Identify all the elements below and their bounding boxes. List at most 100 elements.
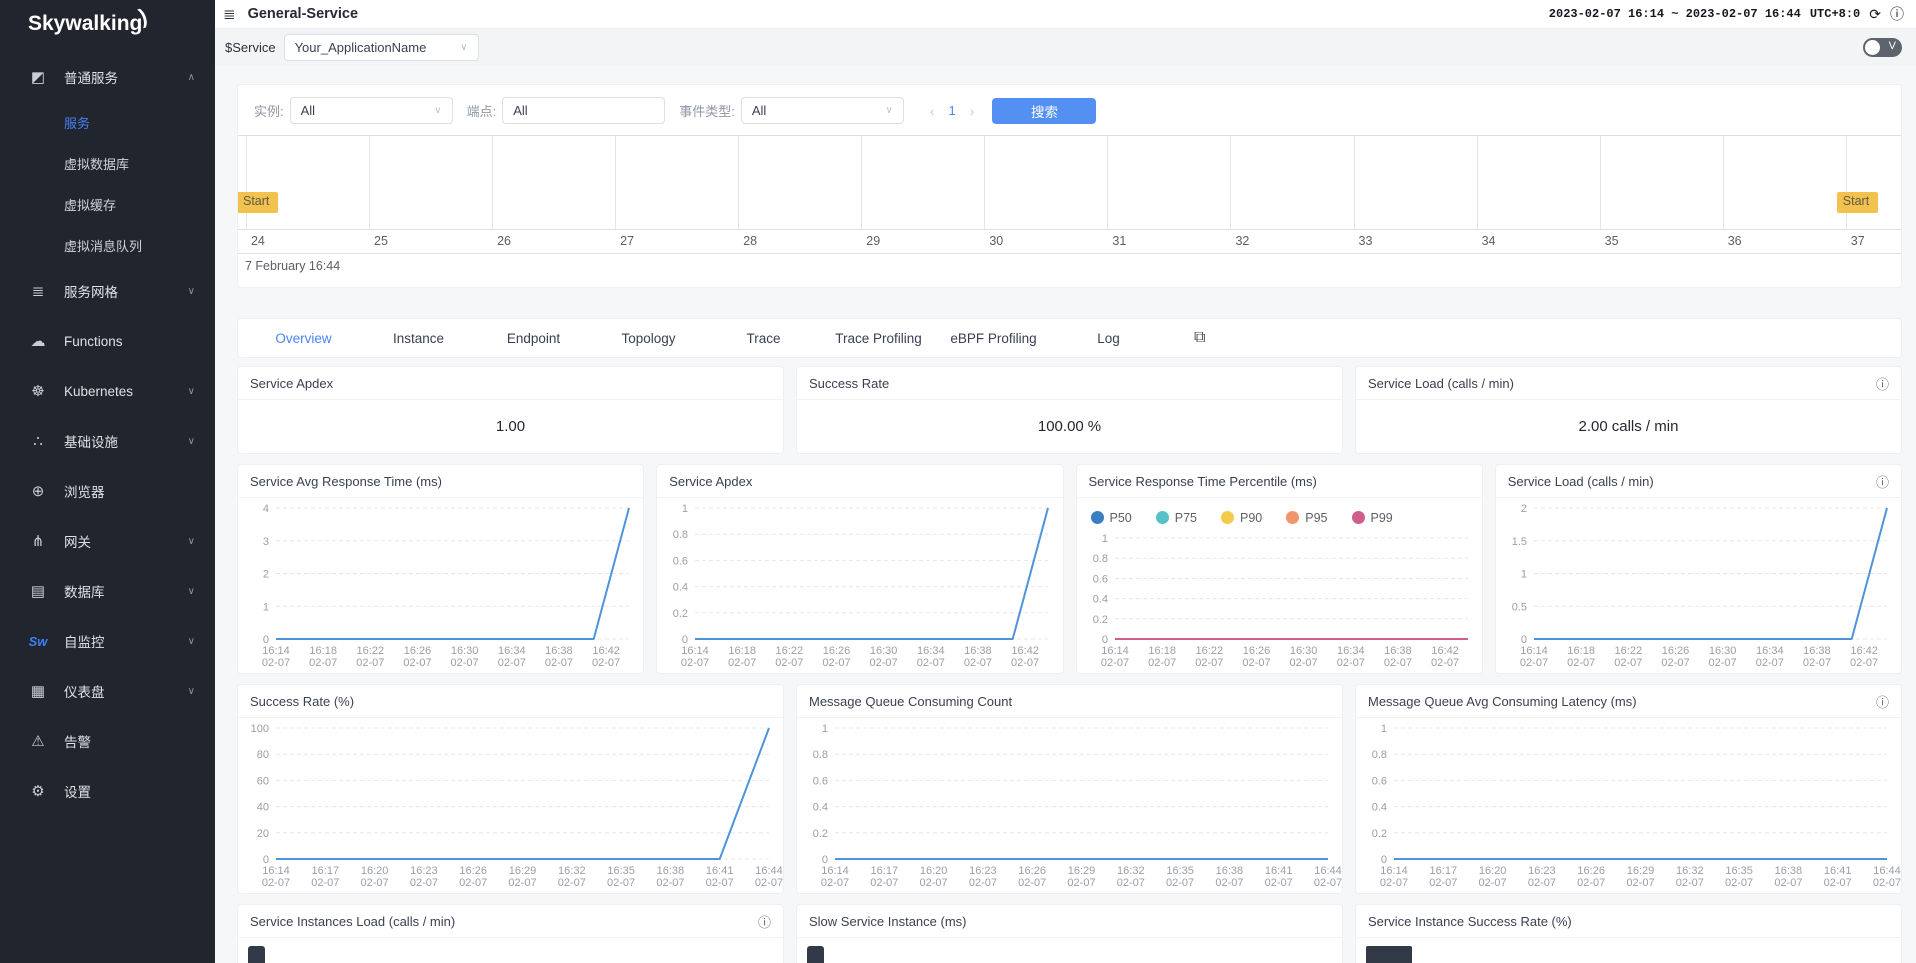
sidebar-item-virtual-mq[interactable]: 虚拟消息队列 (0, 225, 215, 266)
tab-log[interactable]: Log (1051, 331, 1166, 346)
chart-plot-success-rate[interactable]: 02040608010016:1402-0716:1702-0716:2002-… (238, 718, 783, 892)
tab-trace-profiling[interactable]: Trace Profiling (821, 331, 936, 346)
prev-page-arrow[interactable]: ‹ (930, 103, 935, 119)
tab-topology[interactable]: Topology (591, 331, 706, 346)
legend-item-p90[interactable]: P90 (1221, 511, 1262, 525)
sidebar-item-virtual-cache[interactable]: 虚拟缓存 (0, 184, 215, 225)
svg-text:02-07: 02-07 (262, 657, 290, 669)
info-icon[interactable]: ⓘ (1876, 692, 1889, 711)
legend-item-p75[interactable]: P75 (1156, 511, 1197, 525)
sidebar-item-gateway[interactable]: ⋔网关∨ (0, 516, 215, 566)
svg-text:16:14: 16:14 (1380, 865, 1408, 877)
sidebar-item-kubernetes[interactable]: ☸Kubernetes∨ (0, 366, 215, 416)
tab-ebpf-profiling[interactable]: eBPF Profiling (936, 331, 1051, 346)
instance-filter-select[interactable]: All ∨ (290, 97, 453, 124)
svg-text:02-07: 02-07 (1314, 877, 1342, 889)
card-title-row: Service Avg Response Time (ms) (238, 465, 643, 498)
svg-text:02-07: 02-07 (1755, 657, 1783, 669)
sidebar-item-general-service-group[interactable]: ◩普通服务∧ (0, 52, 215, 102)
event-panel: 实例: All ∨ 端点: 事件类型: All ∨ ‹ 1 › 搜索 (238, 85, 1901, 287)
sidebar-item-virtual-database[interactable]: 虚拟数据库 (0, 143, 215, 184)
search-button[interactable]: 搜索 (992, 98, 1096, 124)
topbar-right: 2023-02-07 16:14 ~ 2023-02-07 16:44 UTC+… (1549, 4, 1904, 24)
svg-text:02-07: 02-07 (1429, 877, 1457, 889)
service-select[interactable]: Your_ApplicationName ∨ (284, 34, 479, 61)
sidebar-item-label: Functions (64, 334, 123, 349)
svg-text:16:34: 16:34 (1337, 645, 1365, 657)
auto-refresh-toggle[interactable]: V (1863, 38, 1902, 57)
legend-item-p99[interactable]: P99 (1352, 511, 1393, 525)
tab-overview[interactable]: Overview (246, 331, 361, 346)
refresh-icon[interactable]: ⟳ (1869, 6, 1881, 23)
sidebar-item-browser[interactable]: ⊕浏览器 (0, 466, 215, 516)
tab-endpoint[interactable]: Endpoint (476, 331, 591, 346)
endpoint-filter-input[interactable] (502, 97, 665, 124)
helm-icon: ☸ (26, 382, 50, 400)
chart-body-service-load: 00.511.5216:1402-0716:1802-0716:2202-071… (1496, 498, 1901, 672)
current-page[interactable]: 1 (949, 103, 956, 118)
sidebar-item-dashboards[interactable]: ▦仪表盘∨ (0, 666, 215, 716)
info-icon[interactable]: ⓘ (1876, 374, 1889, 393)
tab-trace[interactable]: Trace (706, 331, 821, 346)
svg-text:0.6: 0.6 (813, 775, 828, 787)
chevron-down-icon: ∨ (188, 386, 195, 397)
card-title-row: Service Instances Load (calls / min)ⓘ (238, 905, 783, 938)
timeline-tick-label: 34 (1482, 234, 1496, 248)
timeline-gridline (1600, 136, 1601, 229)
sidebar-item-functions[interactable]: ☁Functions (0, 316, 215, 366)
card-title-row: Message Queue Avg Consuming Latency (ms)… (1356, 685, 1901, 718)
summary-number: 100.00 (1038, 418, 1084, 435)
event-type-filter-select[interactable]: All ∨ (741, 97, 904, 124)
svg-text:02-07: 02-07 (410, 877, 438, 889)
chart-plot-message-queue-avg-consuming-latency[interactable]: 00.20.40.60.8116:1402-0716:1702-0716:200… (1356, 718, 1901, 892)
svg-text:02-07: 02-07 (1011, 657, 1039, 669)
timeline-event-start[interactable]: Start (1837, 192, 1878, 213)
sidebar-item-infrastructure[interactable]: ∴基础设施∨ (0, 416, 215, 466)
sidebar-item-settings[interactable]: ⚙设置 (0, 766, 215, 816)
svg-text:16:44: 16:44 (1314, 865, 1342, 877)
sidebar-item-label: 服务网格 (64, 281, 118, 301)
page-title: General-Service (248, 6, 358, 22)
sidebar-item-self-observability[interactable]: Sw自监控∨ (0, 616, 215, 666)
copy-icon[interactable]: ⧉ (1194, 329, 1205, 347)
info-icon[interactable]: ⓘ (1890, 4, 1904, 24)
chart-plot-service-avg-response-time[interactable]: 0123416:1402-0716:1802-0716:2202-0716:26… (238, 498, 643, 672)
tab-instance[interactable]: Instance (361, 331, 476, 346)
svg-text:16:32: 16:32 (558, 865, 586, 877)
network-icon: ⋔ (26, 532, 50, 550)
card-title-row: Service Load (calls / min)ⓘ (1356, 367, 1901, 400)
timeline-event-start[interactable]: Start (238, 192, 278, 213)
sidebar-item-service-mesh[interactable]: ≣服务网格∨ (0, 266, 215, 316)
time-range-picker[interactable]: 2023-02-07 16:14 ~ 2023-02-07 16:44 (1549, 7, 1801, 21)
legend-item-p50[interactable]: P50 (1091, 511, 1132, 525)
svg-text:02-07: 02-07 (1242, 657, 1270, 669)
chevron-up-icon: ∧ (188, 72, 195, 83)
event-timeline[interactable]: StartStart 2425262728293031323334353637 … (238, 135, 1901, 287)
sidebar-item-alerting[interactable]: ⚠告警 (0, 716, 215, 766)
timeline-chart-area[interactable]: Start Start (238, 136, 1901, 230)
legend-item-p95[interactable]: P95 (1286, 511, 1327, 525)
next-page-arrow[interactable]: › (970, 103, 975, 119)
chart-plot-service-response-time-percentile[interactable]: 00.20.40.60.8116:1402-0716:1802-0716:220… (1077, 528, 1482, 672)
collapse-sidebar-icon[interactable]: ≣ (223, 5, 236, 23)
timeline-gridline (1354, 136, 1355, 229)
timeline-gridline (1230, 136, 1231, 229)
sidebar-menu: ◩普通服务∧服务虚拟数据库虚拟缓存虚拟消息队列≣服务网格∨☁Functions☸… (0, 52, 215, 816)
card-title-row: Service Apdex (657, 465, 1062, 498)
info-icon[interactable]: ⓘ (758, 912, 771, 931)
sidebar-item-database[interactable]: ▤数据库∨ (0, 566, 215, 616)
chart-plot-service-load[interactable]: 00.511.5216:1402-0716:1802-0716:2202-071… (1496, 498, 1901, 672)
chart-icon: ◩ (26, 68, 50, 86)
chart-plot-service-apdex[interactable]: 00.20.40.60.8116:1402-0716:1802-0716:220… (657, 498, 1062, 672)
svg-text:02-07: 02-07 (728, 657, 756, 669)
svg-text:02-07: 02-07 (917, 657, 945, 669)
svg-text:16:23: 16:23 (410, 865, 438, 877)
chart-plot-message-queue-consuming-count[interactable]: 00.20.40.60.8116:1402-0716:1702-0716:200… (797, 718, 1342, 892)
info-icon[interactable]: ⓘ (1876, 472, 1889, 491)
card-title-text: Service Apdex (250, 376, 333, 391)
svg-text:16:38: 16:38 (1803, 645, 1831, 657)
chart-title: Service Response Time Percentile (ms) (1089, 474, 1317, 489)
sidebar-item-service[interactable]: 服务 (0, 102, 215, 143)
chart-partial-content (807, 946, 824, 963)
svg-text:02-07: 02-07 (607, 877, 635, 889)
